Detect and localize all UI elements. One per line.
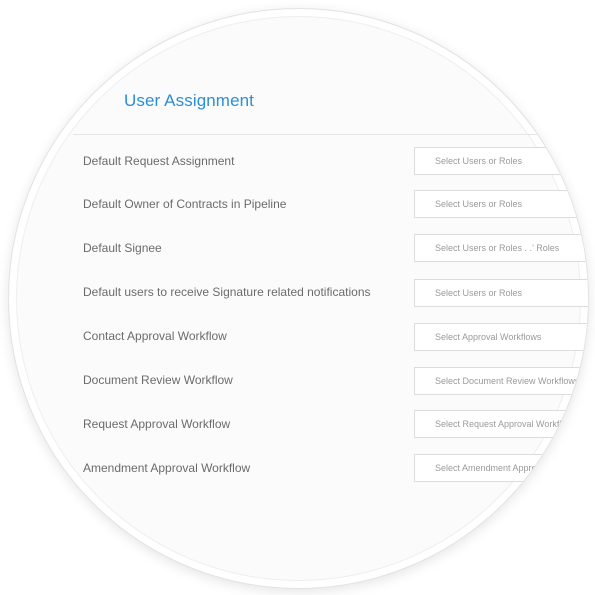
- signature-notifications-label: Default users to receive Signature relat…: [83, 285, 371, 299]
- default-request-assignment-label: Default Request Assignment: [83, 154, 235, 168]
- stage: User Assignment Default Request Assignme…: [0, 0, 595, 595]
- section-title: User Assignment: [124, 91, 254, 110]
- circular-magnifier-frame: User Assignment Default Request Assignme…: [8, 8, 589, 589]
- amendment-approval-workflow-label: Amendment Approval Workflow: [83, 461, 251, 475]
- section-divider: [73, 134, 588, 135]
- user-assignment-panel: User Assignment Default Request Assignme…: [9, 9, 588, 588]
- default-request-assignment-select[interactable]: Select Users or Roles: [414, 147, 588, 175]
- request-approval-workflow-label: Request Approval Workflow: [83, 417, 231, 431]
- contact-approval-workflow-label: Contact Approval Workflow: [83, 329, 227, 343]
- request-approval-workflow-select[interactable]: Select Request Approval Workflows: [414, 410, 588, 438]
- default-signee-label: Default Signee: [83, 241, 162, 255]
- signature-notifications-select[interactable]: Select Users or Roles: [414, 279, 588, 307]
- default-owner-contracts-label: Default Owner of Contracts in Pipeline: [83, 197, 287, 211]
- document-review-workflow-select[interactable]: Select Document Review Workflows: [414, 367, 588, 395]
- default-signee-select[interactable]: Select Users or Roles . .’ Roles: [414, 234, 588, 262]
- contact-approval-workflow-select[interactable]: Select Approval Workflows: [414, 323, 588, 351]
- default-owner-contracts-select[interactable]: Select Users or Roles: [414, 190, 588, 218]
- document-review-workflow-label: Document Review Workflow: [83, 373, 233, 387]
- amendment-approval-workflow-select[interactable]: Select Amendment Approval Workflows: [414, 454, 588, 482]
